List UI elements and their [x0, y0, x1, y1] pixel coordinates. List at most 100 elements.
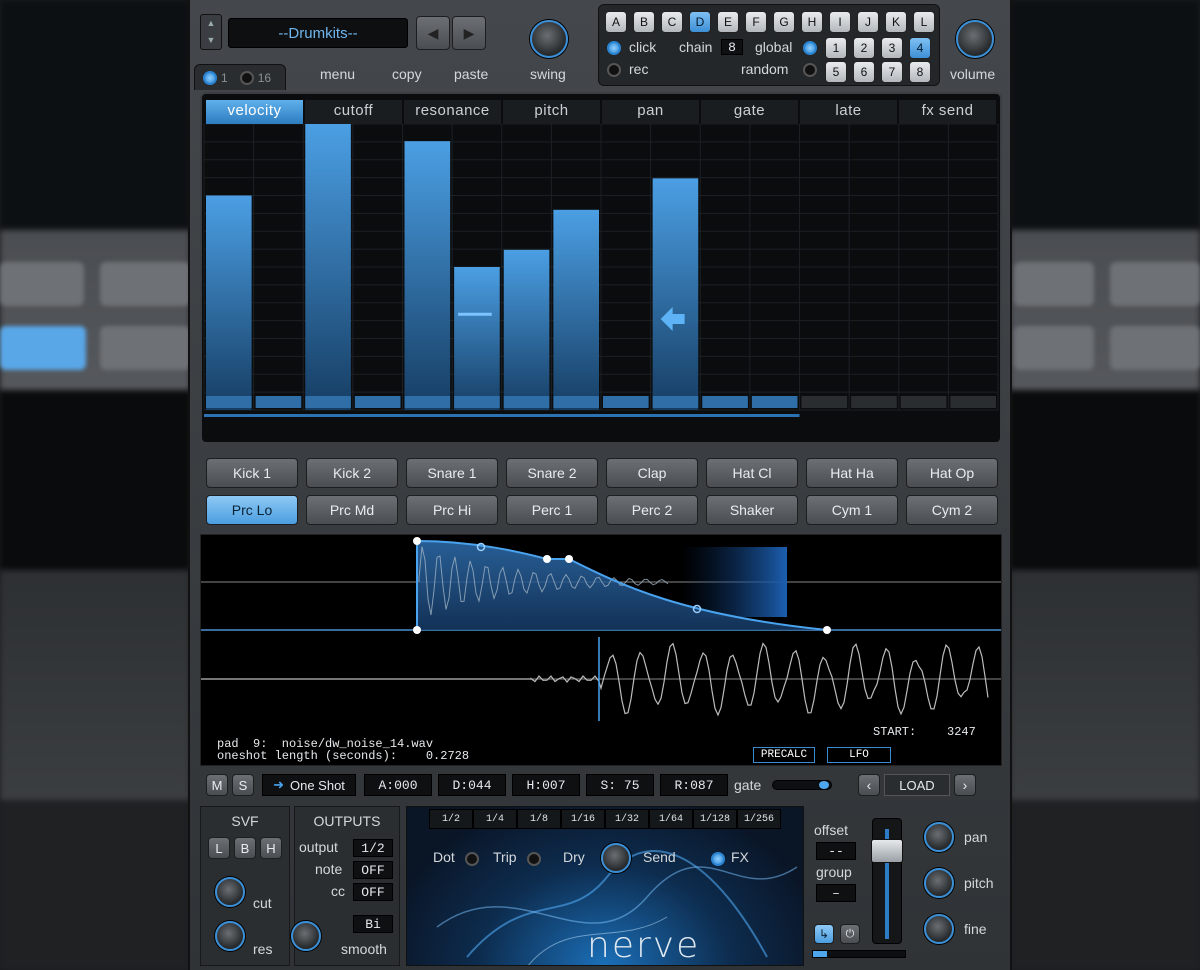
division-1-128[interactable]: 1/128: [693, 809, 737, 829]
smooth-knob[interactable]: [291, 921, 321, 951]
step-toggle[interactable]: [354, 396, 401, 408]
loop-region[interactable]: [681, 547, 787, 617]
envelope-node[interactable]: [413, 626, 421, 634]
bar-7-button[interactable]: 7: [881, 61, 903, 83]
note-value[interactable]: OFF: [353, 861, 393, 879]
pattern-c-button[interactable]: C: [661, 11, 683, 33]
pad-perc-2[interactable]: Perc 2: [606, 495, 698, 525]
tab-fx-send[interactable]: fx send: [899, 100, 996, 124]
pattern-1-radio[interactable]: [203, 70, 217, 85]
rec-radio[interactable]: [607, 63, 621, 77]
pad-cym-2[interactable]: Cym 2: [906, 495, 998, 525]
menu-button[interactable]: menu: [320, 66, 355, 82]
step-toggle[interactable]: [603, 396, 649, 408]
bar-3-button[interactable]: 3: [881, 37, 903, 59]
pattern-e-button[interactable]: E: [717, 11, 739, 33]
division-1-2[interactable]: 1/2: [429, 809, 473, 829]
step-bar[interactable]: [503, 249, 550, 410]
tab-late[interactable]: late: [800, 100, 897, 124]
tab-gate[interactable]: gate: [701, 100, 798, 124]
tab-resonance[interactable]: resonance: [404, 100, 501, 124]
pad-clap[interactable]: Clap: [606, 458, 698, 488]
preset-name-display[interactable]: --Drumkits--: [228, 18, 408, 48]
group-value[interactable]: –: [816, 884, 856, 902]
pattern-l-button[interactable]: L: [913, 11, 935, 33]
precalc-button[interactable]: PRECALC: [753, 747, 815, 763]
division-1-64[interactable]: 1/64: [649, 809, 693, 829]
volume-knob[interactable]: [956, 20, 994, 58]
cutoff-knob[interactable]: [215, 877, 245, 907]
division-1-32[interactable]: 1/32: [605, 809, 649, 829]
bar-2-button[interactable]: 2: [853, 37, 875, 59]
paste-button[interactable]: paste: [454, 66, 488, 82]
loop-range-bar[interactable]: [204, 414, 800, 417]
hold-value[interactable]: H:007: [512, 774, 580, 796]
pattern-d-button[interactable]: D: [689, 11, 711, 33]
division-1-16[interactable]: 1/16: [561, 809, 605, 829]
pattern-h-button[interactable]: H: [801, 11, 823, 33]
highpass-button[interactable]: H: [260, 837, 282, 859]
pitch-knob[interactable]: [924, 868, 954, 898]
lowpass-button[interactable]: L: [208, 837, 230, 859]
step-toggle[interactable]: [553, 396, 599, 408]
step-toggle[interactable]: [851, 396, 897, 408]
output-value[interactable]: 1/2: [353, 839, 393, 857]
fx-radio[interactable]: [711, 852, 725, 866]
click-radio[interactable]: [607, 41, 621, 55]
step-toggle[interactable]: [702, 396, 748, 408]
step-toggle[interactable]: [255, 396, 302, 408]
load-sample-button[interactable]: LOAD: [884, 774, 950, 796]
pad-hat-op[interactable]: Hat Op: [906, 458, 998, 488]
bar-8-button[interactable]: 8: [909, 61, 931, 83]
step-toggle[interactable]: [751, 396, 798, 408]
pad-shaker[interactable]: Shaker: [706, 495, 798, 525]
copy-button[interactable]: copy: [392, 66, 422, 82]
dot-radio[interactable]: [465, 852, 479, 866]
pattern-selector[interactable]: 1 16: [194, 64, 286, 90]
volume-fader[interactable]: [871, 818, 903, 944]
waveform-editor[interactable]: pad 9: noise/dw_noise_14.wav oneshot len…: [200, 534, 1002, 766]
step-toggle[interactable]: [652, 396, 699, 408]
step-bar[interactable]: [404, 141, 451, 410]
mute-button[interactable]: M: [206, 774, 228, 796]
step-bar[interactable]: [553, 209, 599, 410]
offset-value[interactable]: --: [816, 842, 856, 860]
step-toggle[interactable]: [454, 396, 500, 408]
step-toggle[interactable]: [900, 396, 947, 408]
pattern-i-button[interactable]: I: [829, 11, 851, 33]
step-bar[interactable]: [206, 195, 252, 411]
pad-kick-1[interactable]: Kick 1: [206, 458, 298, 488]
preset-stepper[interactable]: ▲ ▼: [200, 14, 222, 50]
next-preset-button[interactable]: ▶: [452, 16, 486, 50]
chevron-down-icon[interactable]: ▼: [201, 32, 221, 49]
step-toggle[interactable]: [801, 396, 848, 408]
pad-snare-1[interactable]: Snare 1: [406, 458, 498, 488]
pad-snare-2[interactable]: Snare 2: [506, 458, 598, 488]
pattern-k-button[interactable]: K: [885, 11, 907, 33]
pad-hat-ha[interactable]: Hat Ha: [806, 458, 898, 488]
step-toggle[interactable]: [503, 396, 550, 408]
division-1-8[interactable]: 1/8: [517, 809, 561, 829]
pattern-g-button[interactable]: G: [773, 11, 795, 33]
pattern-j-button[interactable]: J: [857, 11, 879, 33]
pan-knob[interactable]: [924, 822, 954, 852]
pad-prc-lo[interactable]: Prc Lo: [206, 495, 298, 525]
pad-perc-1[interactable]: Perc 1: [506, 495, 598, 525]
bipolar-button[interactable]: Bi: [353, 915, 393, 933]
pad-prc-hi[interactable]: Prc Hi: [406, 495, 498, 525]
bar-1-button[interactable]: 1: [825, 37, 847, 59]
step-toggle[interactable]: [404, 396, 451, 408]
next-sample-button[interactable]: ›: [954, 774, 976, 796]
solo-button[interactable]: S: [232, 774, 254, 796]
envelope-node[interactable]: [823, 626, 831, 634]
chevron-up-icon[interactable]: ▲: [201, 15, 221, 32]
swing-knob[interactable]: [530, 20, 568, 58]
step-bar[interactable]: [652, 178, 699, 410]
fine-knob[interactable]: [924, 914, 954, 944]
triplet-radio[interactable]: [527, 852, 541, 866]
envelope-node[interactable]: [543, 555, 551, 563]
chain-value[interactable]: 8: [721, 39, 743, 55]
pad-hat-cl[interactable]: Hat Cl: [706, 458, 798, 488]
pad-prc-md[interactable]: Prc Md: [306, 495, 398, 525]
tab-cutoff[interactable]: cutoff: [305, 100, 402, 124]
